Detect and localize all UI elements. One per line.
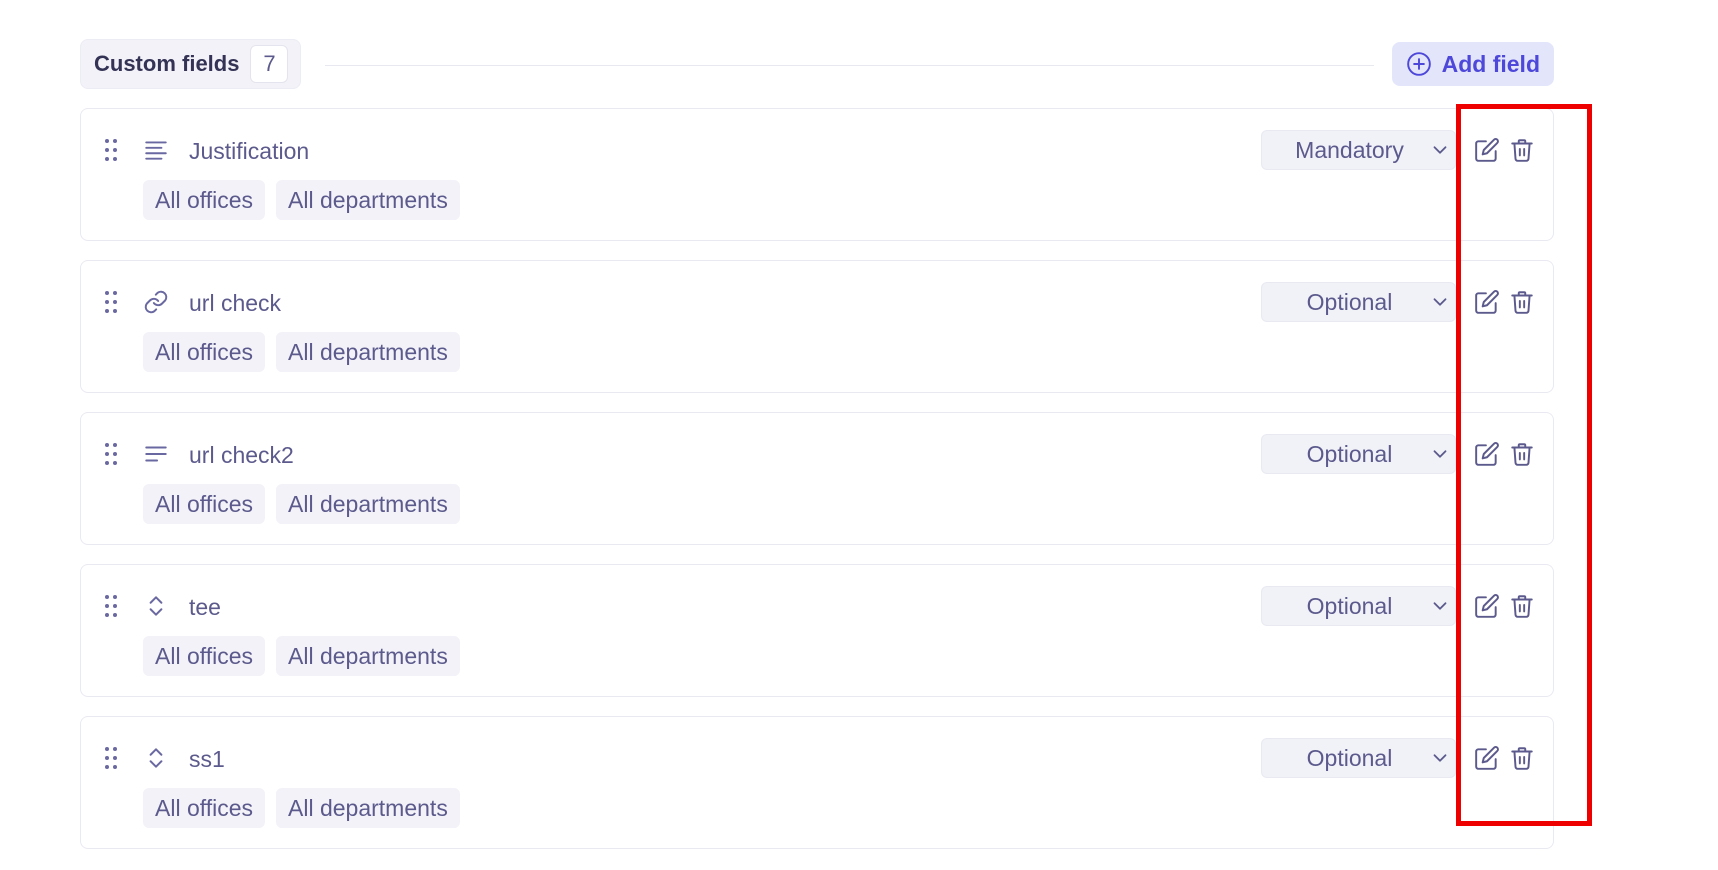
drag-handle-icon[interactable] [103,137,119,163]
plus-circle-icon [1406,52,1431,76]
department-tag: All departments [276,332,460,372]
select-chevrons-icon [149,596,163,616]
field-card: ss1 All offices All departments Optional [80,716,1554,849]
field-name: Justification [189,138,310,164]
chevron-down-icon [1433,450,1447,458]
chevron-down-icon [1433,146,1447,154]
text-lines-icon [145,446,167,462]
link-icon [144,290,168,314]
trash-icon[interactable] [1509,593,1535,619]
trash-icon[interactable] [1509,289,1535,315]
chevron-down-icon [1433,298,1447,306]
edit-icon[interactable] [1474,593,1500,619]
section-title: Custom fields 7 [80,39,302,89]
drag-handle-icon[interactable] [103,593,119,619]
chevron-down-icon [1433,754,1447,762]
field-tags: All offices All departments [143,788,460,828]
requirement-select[interactable]: Optional [1261,738,1456,778]
select-chevrons-icon [149,748,163,768]
field-tags: All offices All departments [143,180,460,220]
office-tag: All offices [143,332,266,372]
requirement-value: Mandatory [1295,136,1404,163]
field-tags: All offices All departments [143,332,460,372]
chevron-down-icon [1433,602,1447,610]
field-name: tee [189,594,221,620]
add-field-label: Add field [1441,50,1540,77]
paragraph-icon [145,141,167,160]
drag-handle-icon[interactable] [103,745,119,771]
trash-icon[interactable] [1509,745,1535,771]
field-card: Justification All offices All department… [80,108,1554,241]
custom-field-list: Justification All offices All department… [80,108,1554,868]
edit-icon[interactable] [1474,441,1500,467]
office-tag: All offices [143,636,266,676]
requirement-value: Optional [1306,440,1393,467]
drag-handle-icon[interactable] [103,289,119,315]
header-divider [325,65,1374,66]
department-tag: All departments [276,788,460,828]
office-tag: All offices [143,180,266,220]
trash-icon[interactable] [1509,137,1535,163]
drag-handle-icon[interactable] [103,441,119,467]
office-tag: All offices [143,788,266,828]
edit-icon[interactable] [1474,745,1500,771]
section-title-label: Custom fields [94,51,240,76]
add-field-button[interactable]: Add field [1391,42,1554,86]
edit-icon[interactable] [1474,137,1500,163]
requirement-select[interactable]: Optional [1261,282,1456,322]
requirement-select[interactable]: Mandatory [1261,130,1456,170]
requirement-value: Optional [1306,288,1393,315]
field-name: url check [189,290,282,316]
field-name: ss1 [189,746,225,772]
field-card: tee All offices All departments Optional [80,564,1554,697]
field-card: url check All offices All departments Op… [80,260,1554,393]
requirement-select[interactable]: Optional [1261,586,1456,626]
custom-fields-header: Custom fields 7 Add field [80,39,1554,89]
field-tags: All offices All departments [143,636,460,676]
edit-icon[interactable] [1474,289,1500,315]
department-tag: All departments [276,636,460,676]
field-count-badge: 7 [250,45,289,83]
department-tag: All departments [276,484,460,524]
field-card: url check2 All offices All departments O… [80,412,1554,545]
requirement-select[interactable]: Optional [1261,434,1456,474]
trash-icon[interactable] [1509,441,1535,467]
department-tag: All departments [276,180,460,220]
field-tags: All offices All departments [143,484,460,524]
office-tag: All offices [143,484,266,524]
field-name: url check2 [189,442,294,468]
requirement-value: Optional [1306,592,1393,619]
requirement-value: Optional [1306,744,1393,771]
